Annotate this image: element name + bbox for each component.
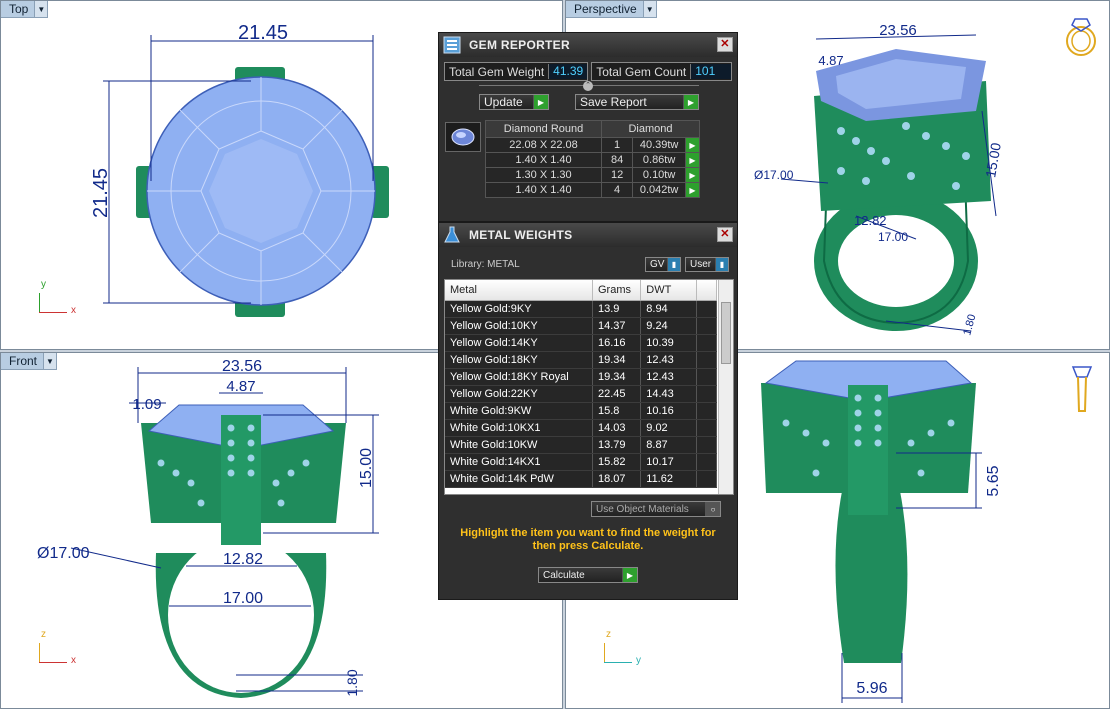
play-arrow-icon: ▶ bbox=[683, 95, 698, 109]
chevron-down-icon[interactable]: ▼ bbox=[642, 1, 656, 17]
round-diamond-icon bbox=[451, 128, 475, 146]
metal-row[interactable]: Yellow Gold:22KY 22.45 14.43 bbox=[445, 385, 717, 403]
dim-width: 21.45 bbox=[238, 22, 288, 44]
dim-outer: 17.00 bbox=[878, 230, 908, 244]
use-object-materials-toggle[interactable]: Use Object Materials ○ bbox=[591, 501, 721, 517]
play-arrow-icon: ▶ bbox=[622, 568, 637, 582]
gem-row[interactable]: 22.08 X 22.08 1 40.39tw ▶ bbox=[485, 137, 701, 153]
dim-shank-diameter: Ø17.00 bbox=[37, 545, 90, 562]
gem-col-shape: Diamond Round bbox=[485, 120, 602, 138]
metal-weights-panel: METAL WEIGHTS ✕ Library: METAL GV ▮ User ▮… bbox=[438, 222, 738, 600]
dim-prong: 1.09 bbox=[132, 396, 161, 413]
scrollbar-thumb[interactable] bbox=[721, 302, 731, 364]
row-arrow-icon[interactable]: ▶ bbox=[684, 182, 701, 198]
close-icon[interactable]: ✕ bbox=[717, 227, 733, 242]
dim-base: 5.96 bbox=[856, 680, 887, 697]
axis-indicator: z y bbox=[604, 629, 641, 666]
dim-height: 21.45 bbox=[90, 168, 112, 218]
splitter-handle[interactable]: ⌃ bbox=[479, 81, 699, 92]
gem-reporter-icon bbox=[441, 35, 463, 55]
gem-row[interactable]: 1.40 X 1.40 4 0.042tw ▶ bbox=[485, 182, 701, 198]
play-arrow-icon: ▶ bbox=[533, 95, 548, 109]
metal-col-grams[interactable]: Grams bbox=[592, 280, 642, 301]
total-gem-count-field: Total Gem Count 101 bbox=[591, 62, 733, 81]
metal-table: Metal Grams DWT Yellow Gold:9KY 13.9 8.94 … bbox=[445, 280, 717, 488]
splitter-grip-icon: ⌃ bbox=[583, 81, 593, 91]
update-button[interactable]: Update ▶ bbox=[479, 94, 549, 110]
radio-indicator-icon: ○ bbox=[705, 502, 720, 516]
metal-list[interactable]: Metal Grams DWT Yellow Gold:9KY 13.9 8.94 … bbox=[444, 279, 734, 495]
dim-shank-diameter: Ø17.00 bbox=[754, 168, 794, 182]
ring-side-preview-icon bbox=[1071, 366, 1093, 412]
metal-col-metal[interactable]: Metal bbox=[445, 280, 593, 301]
dim-inner: 12.82 bbox=[223, 551, 263, 568]
row-arrow-icon[interactable]: ▶ bbox=[684, 152, 701, 168]
gem-col-material: Diamond bbox=[601, 120, 700, 138]
dim-height: 5.65 bbox=[985, 465, 1002, 496]
metal-row[interactable]: Yellow Gold:18KY 19.34 12.43 bbox=[445, 351, 717, 369]
ring-preview-icon bbox=[1066, 18, 1096, 56]
gem-reporter-panel: GEM REPORTER ✕ Total Gem Weight 41.39 To… bbox=[438, 32, 738, 222]
gem-shape-thumbnail[interactable] bbox=[445, 122, 481, 152]
total-gem-weight-field: Total Gem Weight 41.39 bbox=[444, 62, 589, 81]
dim-depth: 4.87 bbox=[818, 53, 843, 68]
dim-base: 1.80 bbox=[961, 313, 978, 337]
axis-indicator: y x bbox=[39, 279, 76, 316]
library-label: Library: METAL bbox=[451, 259, 520, 270]
metal-row[interactable]: Yellow Gold:10KY 14.37 9.24 bbox=[445, 317, 717, 335]
viewport-top-label[interactable]: Top ▼ bbox=[1, 1, 49, 18]
metal-row[interactable]: White Gold:9KW 15.8 10.16 bbox=[445, 402, 717, 420]
dim-inner: 12.82 bbox=[854, 213, 887, 228]
user-toggle[interactable]: User ▮ bbox=[685, 257, 729, 272]
total-gem-weight-value: 41.39 bbox=[548, 64, 588, 79]
metal-list-scrollbar[interactable] bbox=[718, 280, 733, 494]
metal-row[interactable]: White Gold:10KW 13.79 8.87 bbox=[445, 436, 717, 454]
calculate-hint: Highlight the item you want to find the … bbox=[460, 527, 716, 552]
viewport-front-label[interactable]: Front ▼ bbox=[1, 353, 58, 370]
chevron-down-icon[interactable]: ▼ bbox=[34, 1, 48, 17]
save-report-button[interactable]: Save Report ▶ bbox=[575, 94, 699, 110]
dim-depth: 4.87 bbox=[226, 378, 255, 395]
dim-height: 15.00 bbox=[358, 448, 375, 488]
dim-width: 23.56 bbox=[879, 22, 917, 39]
gem-row[interactable]: 1.30 X 1.30 12 0.10tw ▶ bbox=[485, 167, 701, 183]
gem-row[interactable]: 1.40 X 1.40 84 0.86tw ▶ bbox=[485, 152, 701, 168]
calculate-button[interactable]: Calculate ▶ bbox=[538, 567, 638, 583]
flask-icon bbox=[441, 225, 463, 245]
axis-indicator: z x bbox=[39, 629, 76, 666]
dim-outer: 17.00 bbox=[223, 590, 263, 607]
metal-row[interactable]: White Gold:14KX1 15.82 10.17 bbox=[445, 453, 717, 471]
close-icon[interactable]: ✕ bbox=[717, 37, 733, 52]
row-arrow-icon[interactable]: ▶ bbox=[684, 137, 701, 153]
total-gem-count-value: 101 bbox=[690, 64, 732, 79]
metal-row[interactable]: Yellow Gold:14KY 16.16 10.39 bbox=[445, 334, 717, 352]
metal-row[interactable]: White Gold:10KX1 14.03 9.02 bbox=[445, 419, 717, 437]
gem-reporter-header[interactable]: GEM REPORTER ✕ bbox=[439, 33, 737, 57]
gem-table: Diamond Round Diamond 22.08 X 22.08 1 40.3… bbox=[485, 120, 701, 198]
metal-weights-header[interactable]: METAL WEIGHTS ✕ bbox=[439, 223, 737, 247]
metal-row[interactable]: Yellow Gold:18KY Royal 19.34 12.43 bbox=[445, 368, 717, 386]
gv-toggle[interactable]: GV ▮ bbox=[645, 257, 681, 272]
metal-row[interactable]: White Gold:14K PdW 18.07 11.62 bbox=[445, 470, 717, 488]
toggle-indicator-icon: ▮ bbox=[715, 258, 728, 271]
dim-width: 23.56 bbox=[222, 358, 262, 375]
metal-row[interactable]: Yellow Gold:9KY 13.9 8.94 bbox=[445, 300, 717, 318]
metal-col-dwt[interactable]: DWT bbox=[640, 280, 698, 301]
toggle-indicator-icon: ▮ bbox=[667, 258, 680, 271]
chevron-down-icon[interactable]: ▼ bbox=[43, 353, 57, 369]
row-arrow-icon[interactable]: ▶ bbox=[684, 167, 701, 183]
viewport-perspective-label[interactable]: Perspective ▼ bbox=[566, 1, 657, 18]
dim-base: 1.80 bbox=[344, 669, 360, 696]
